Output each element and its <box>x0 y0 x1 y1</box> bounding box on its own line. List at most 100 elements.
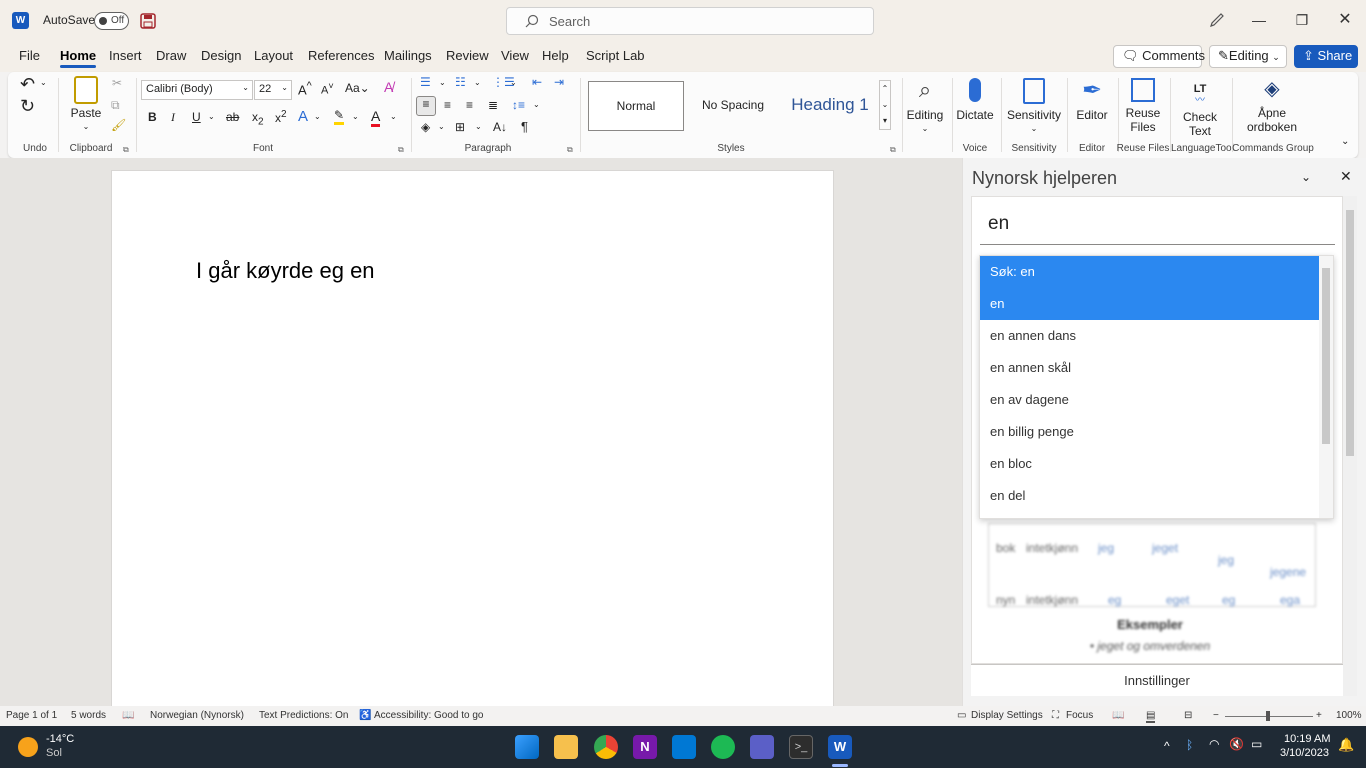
undo-dropdown-icon[interactable]: ⌄ <box>40 78 47 87</box>
battery-icon[interactable]: ▭ <box>1251 737 1262 751</box>
page-count[interactable]: Page 1 of 1 <box>6 710 57 721</box>
align-left-icon[interactable]: ≡ <box>416 96 436 116</box>
chevron-down-icon[interactable]: ⌄ <box>208 112 215 121</box>
terminal-icon[interactable]: >_ <box>789 735 813 759</box>
word-taskbar-icon[interactable]: W <box>828 735 852 759</box>
chevron-down-icon[interactable]: ⌄ <box>510 78 517 87</box>
shrink-font-icon[interactable]: A˅ <box>321 81 334 97</box>
tab-home[interactable]: Home <box>60 48 97 68</box>
document-text[interactable]: I går køyrde eg en <box>196 258 375 284</box>
tab-help[interactable]: Help <box>542 48 569 63</box>
strikethrough-icon[interactable]: ab <box>226 110 239 124</box>
chevron-down-icon[interactable]: ⌄ <box>438 122 445 131</box>
dialog-launcher-icon[interactable]: ⧉ <box>123 145 129 155</box>
tab-review[interactable]: Review <box>446 48 489 63</box>
comments-button[interactable]: 🗨 Comments <box>1113 45 1205 68</box>
zoom-out-icon[interactable]: − <box>1213 710 1219 721</box>
grow-font-icon[interactable]: A^ <box>298 80 312 97</box>
web-layout-icon[interactable]: ⊟ <box>1184 710 1192 721</box>
undo-icon[interactable]: ↶ <box>20 74 35 95</box>
underline-icon[interactable]: U <box>192 110 201 124</box>
pane-scrollbar[interactable] <box>1343 196 1357 696</box>
format-painter-icon[interactable]: 🖌 <box>111 118 126 132</box>
weather-condition[interactable]: Sol <box>46 747 62 759</box>
editing-mode-button[interactable]: ✎Editing ⌄ <box>1209 45 1287 68</box>
text-effects-icon[interactable]: A <box>298 108 308 125</box>
focus-mode[interactable]: Focus <box>1066 710 1093 721</box>
dialog-launcher-icon[interactable]: ⧉ <box>890 145 896 155</box>
tab-design[interactable]: Design <box>201 48 241 63</box>
paste-button[interactable]: Paste ⌄ <box>68 76 104 134</box>
reuse-files-button[interactable]: Reuse Files <box>1120 76 1166 134</box>
accessibility-status[interactable]: Accessibility: Good to go <box>374 710 484 721</box>
designer-pen-icon[interactable] <box>1208 11 1226 29</box>
change-case-icon[interactable]: Aa⌄ <box>345 81 370 95</box>
minimize-icon[interactable]: — <box>1249 10 1269 30</box>
shading-icon[interactable]: ◈ <box>421 120 430 134</box>
apne-ordboken-button[interactable]: ◈ Åpne ordboken <box>1240 76 1304 134</box>
suggestion-item[interactable]: en annen skål <box>980 352 1320 384</box>
editing-button[interactable]: ⌕ Editing ⌄ <box>904 76 946 136</box>
subscript-icon[interactable]: x2 <box>252 110 264 127</box>
check-text-button[interactable]: LT 〰 Check Text <box>1174 76 1226 138</box>
share-button[interactable]: ⇪ Share <box>1294 45 1358 68</box>
autosave-toggle[interactable]: Off <box>94 12 129 30</box>
font-name-select[interactable]: Calibri (Body) ⌄ <box>141 80 253 100</box>
dictionary-search-input[interactable]: en <box>980 205 1335 245</box>
tab-draw[interactable]: Draw <box>156 48 186 63</box>
vscode-icon[interactable] <box>672 735 696 759</box>
chevron-down-icon[interactable]: ⌄ <box>352 112 359 121</box>
dialog-launcher-icon[interactable]: ⧉ <box>567 145 573 155</box>
pane-options-chevron-icon[interactable]: ⌄ <box>1301 170 1311 184</box>
document-page[interactable]: I går køyrde eg en <box>111 170 834 710</box>
decrease-indent-icon[interactable]: ⇤ <box>532 75 542 89</box>
bold-icon[interactable]: B <box>148 110 157 124</box>
wifi-icon[interactable]: ◠ <box>1209 737 1219 751</box>
editor-button[interactable]: ✒ Editor <box>1070 76 1114 122</box>
tab-mailings[interactable]: Mailings <box>384 48 432 63</box>
close-icon[interactable]: ✕ <box>1335 10 1355 30</box>
display-settings[interactable]: Display Settings <box>971 710 1043 721</box>
styles-scroll[interactable]: ⌃ ⌄ ▾ <box>879 80 891 130</box>
word-count[interactable]: 5 words <box>71 710 106 721</box>
copy-icon[interactable]: ⧉ <box>111 98 120 113</box>
sensitivity-button[interactable]: Sensitivity ⌄ <box>1006 76 1062 136</box>
dropdown-scroll-thumb[interactable] <box>1322 268 1330 444</box>
tray-overflow-icon[interactable]: ^ <box>1164 739 1170 753</box>
style-no-spacing[interactable]: No Spacing <box>685 81 781 131</box>
print-layout-icon[interactable]: ▤ <box>1146 710 1156 723</box>
suggestion-item[interactable]: en av dagene <box>980 384 1320 416</box>
text-predictions-status[interactable]: Text Predictions: On <box>259 710 348 721</box>
dictate-button[interactable]: Dictate <box>954 76 996 122</box>
read-mode-icon[interactable]: 📖 <box>1112 710 1124 721</box>
suggestion-item[interactable]: en <box>980 288 1320 320</box>
style-normal[interactable]: Normal <box>588 81 684 131</box>
suggestion-item[interactable]: en annen dans <box>980 320 1320 352</box>
tab-layout[interactable]: Layout <box>254 48 293 63</box>
chevron-down-icon[interactable]: ⌄ <box>475 122 482 131</box>
sort-icon[interactable]: A↓ <box>493 120 507 134</box>
font-size-select[interactable]: 22 ⌄ <box>254 80 292 100</box>
highlight-icon[interactable]: ✎ <box>334 108 345 125</box>
tab-script-lab[interactable]: Script Lab <box>586 48 645 63</box>
ribbon-collapse-icon[interactable]: ⌄ <box>1341 136 1349 147</box>
font-color-icon[interactable]: A <box>371 108 381 127</box>
spotify-icon[interactable] <box>711 735 735 759</box>
style-heading-1[interactable]: Heading 1 <box>782 81 878 131</box>
align-right-icon[interactable]: ≡ <box>466 98 473 112</box>
chevron-down-icon[interactable]: ⌄ <box>314 112 321 121</box>
zoom-level[interactable]: 100% <box>1336 710 1362 721</box>
dialog-launcher-icon[interactable]: ⧉ <box>398 145 404 155</box>
increase-indent-icon[interactable]: ⇥ <box>554 75 564 89</box>
zoom-slider-thumb[interactable] <box>1266 711 1270 721</box>
notification-icon[interactable]: 🔔 <box>1338 737 1354 753</box>
chrome-icon[interactable] <box>594 735 618 759</box>
clock-date[interactable]: 3/10/2023 <box>1280 747 1329 759</box>
tab-view[interactable]: View <box>501 48 529 63</box>
bullets-icon[interactable]: ☰ <box>420 75 431 89</box>
show-formatting-icon[interactable]: ¶ <box>521 119 528 134</box>
superscript-icon[interactable]: x2 <box>275 109 287 125</box>
sun-weather-icon[interactable] <box>18 737 38 757</box>
clear-formatting-icon[interactable]: A̸ <box>384 79 393 95</box>
file-explorer-icon[interactable] <box>554 735 578 759</box>
